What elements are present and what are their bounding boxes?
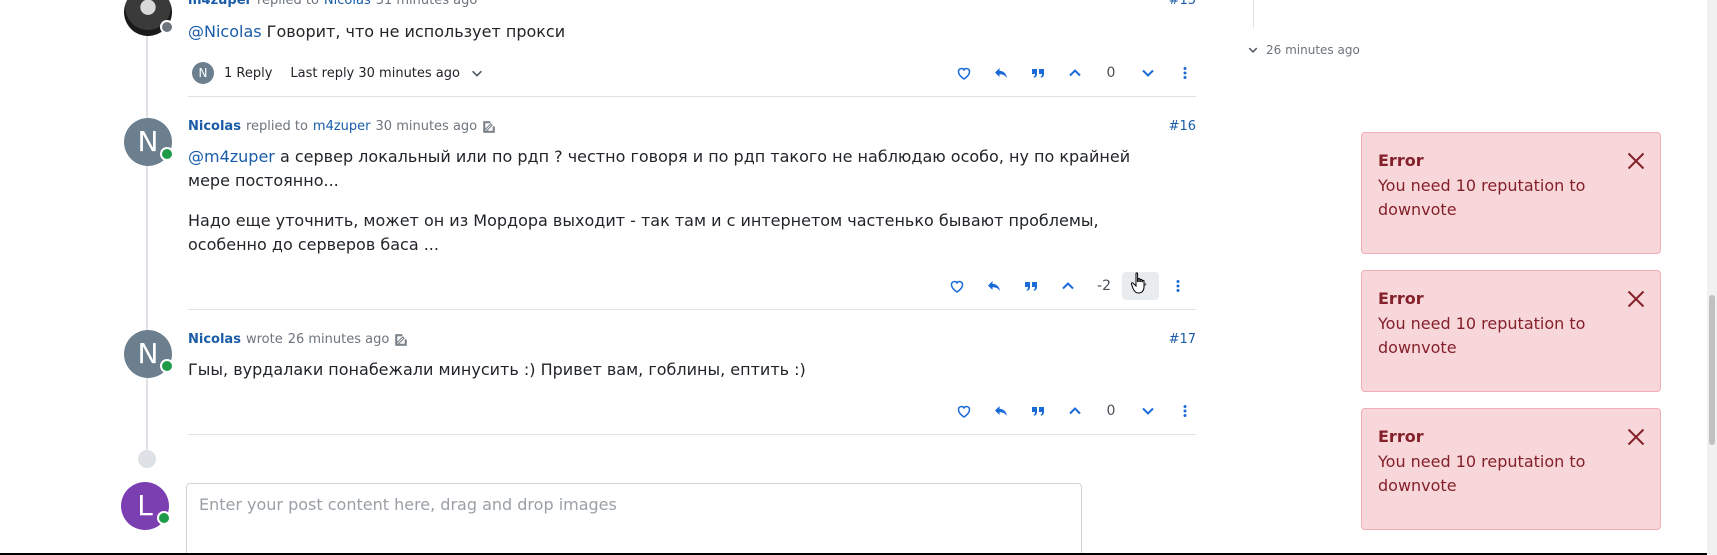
kebab-menu-icon[interactable]	[1166, 59, 1203, 87]
status-indicator	[160, 20, 174, 34]
post-text: а сервер локальный или по рдп ? честно г…	[188, 147, 1131, 190]
chevron-up-icon[interactable]	[1056, 397, 1093, 425]
post-content: @Nicolas Говорит, что не использует прок…	[188, 20, 1148, 44]
post-action-text: replied to	[245, 119, 308, 134]
reply-to-link[interactable]: m4zuper	[313, 119, 371, 134]
error-toast[interactable]: Error You need 10 reputation to downvote	[1361, 270, 1661, 392]
quote-icon[interactable]	[1019, 59, 1056, 87]
vote-count[interactable]: -2	[1086, 278, 1122, 294]
post-actions: 0	[945, 397, 1203, 425]
post-time[interactable]: 26 minutes ago	[288, 332, 390, 347]
edit-icon[interactable]	[482, 120, 496, 134]
replies-bar[interactable]: N 1 Reply Last reply 30 minutes ago	[192, 62, 484, 84]
close-icon[interactable]	[1626, 289, 1646, 309]
reply-to-link[interactable]: Nicolas	[324, 0, 371, 8]
kebab-menu-icon[interactable]	[1166, 397, 1203, 425]
timeline-time-label: 26 minutes ago	[1266, 43, 1360, 57]
scrollbar-track[interactable]	[1707, 0, 1717, 555]
close-icon[interactable]	[1626, 151, 1646, 171]
quote-icon[interactable]	[1019, 397, 1056, 425]
reply-icon[interactable]	[982, 59, 1019, 87]
toast-title: Error	[1378, 289, 1424, 308]
reply-icon[interactable]	[982, 397, 1019, 425]
chevron-up-icon[interactable]	[1056, 59, 1093, 87]
chevron-down-icon[interactable]	[1129, 59, 1166, 87]
vote-count[interactable]: 0	[1093, 65, 1129, 81]
post-divider	[188, 309, 1196, 310]
user-mention[interactable]: @Nicolas	[188, 22, 262, 41]
last-reply[interactable]: Last reply 30 minutes ago	[290, 66, 460, 81]
post-meta: m4zuper replied to Nicolas 31 minutes ag…	[188, 0, 477, 8]
toast-title: Error	[1378, 427, 1424, 446]
post-author[interactable]: Nicolas	[188, 332, 241, 347]
chevron-up-icon[interactable]	[1049, 272, 1086, 300]
heart-icon[interactable]	[945, 59, 982, 87]
heart-icon[interactable]	[945, 397, 982, 425]
status-indicator	[160, 359, 174, 373]
status-indicator	[160, 147, 174, 161]
post-index[interactable]: #16	[1169, 119, 1196, 134]
topic-page: m4zuper replied to Nicolas 31 minutes ag…	[0, 0, 1717, 555]
chevron-down-icon[interactable]	[1129, 397, 1166, 425]
heart-icon[interactable]	[938, 272, 975, 300]
kebab-menu-icon[interactable]	[1159, 272, 1196, 300]
post-meta: Nicolas wrote 26 minutes ago	[188, 332, 408, 347]
status-indicator	[157, 511, 171, 525]
post-index[interactable]: #17	[1169, 332, 1196, 347]
post-action-text: replied to	[256, 0, 319, 8]
reply-count[interactable]: 1 Reply	[224, 66, 272, 81]
post-paragraph: Надо еще уточнить, может он из Мордора в…	[188, 211, 1099, 254]
reply-avatar: N	[192, 62, 214, 84]
post-divider	[188, 96, 1196, 97]
error-toast[interactable]: Error You need 10 reputation to downvote	[1361, 132, 1661, 254]
post-text: Говорит, что не использует прокси	[261, 22, 566, 41]
chevron-down-icon[interactable]	[470, 66, 484, 80]
post-divider	[188, 434, 1196, 435]
post-meta: Nicolas replied to m4zuper 30 minutes ag…	[188, 119, 496, 134]
post-time[interactable]: 30 minutes ago	[376, 119, 478, 134]
post-action-text: wrote	[245, 332, 283, 347]
post-content: Гыы, вурдалаки понабежали минусить :) Пр…	[188, 360, 806, 379]
reply-icon[interactable]	[975, 272, 1012, 300]
toast-title: Error	[1378, 151, 1424, 170]
sidebar-timeline-time[interactable]: 26 minutes ago	[1247, 43, 1360, 57]
post-index[interactable]: #15	[1169, 0, 1196, 8]
edit-icon[interactable]	[394, 333, 408, 347]
post-actions: -2	[938, 272, 1196, 300]
user-mention[interactable]: @m4zuper	[188, 147, 275, 166]
post-content: @m4zuper а сервер локальный или по рдп ?…	[188, 145, 1148, 273]
post-author[interactable]: m4zuper	[188, 0, 252, 8]
quote-icon[interactable]	[1012, 272, 1049, 300]
post-actions: 0	[945, 59, 1203, 87]
close-icon[interactable]	[1626, 427, 1646, 447]
toast-message: You need 10 reputation to downvote	[1378, 452, 1586, 495]
error-toast[interactable]: Error You need 10 reputation to downvote	[1361, 408, 1661, 530]
post-author[interactable]: Nicolas	[188, 119, 241, 134]
timeline-end-dot	[138, 450, 156, 468]
hand-cursor-icon	[1130, 272, 1145, 294]
toast-message: You need 10 reputation to downvote	[1378, 314, 1586, 357]
scrollbar-thumb[interactable]	[1709, 295, 1715, 445]
sidebar-timeline-rail	[1253, 0, 1254, 28]
timeline-line	[146, 0, 148, 460]
post-time[interactable]: 31 minutes ago	[376, 0, 478, 8]
post-paragraph: @m4zuper а сервер локальный или по рдп ?…	[188, 145, 1148, 193]
post-composer-input[interactable]: Enter your post content here, drag and d…	[186, 483, 1082, 555]
vote-count[interactable]: 0	[1093, 403, 1129, 419]
toast-message: You need 10 reputation to downvote	[1378, 176, 1586, 219]
chevron-down-icon	[1248, 47, 1258, 53]
